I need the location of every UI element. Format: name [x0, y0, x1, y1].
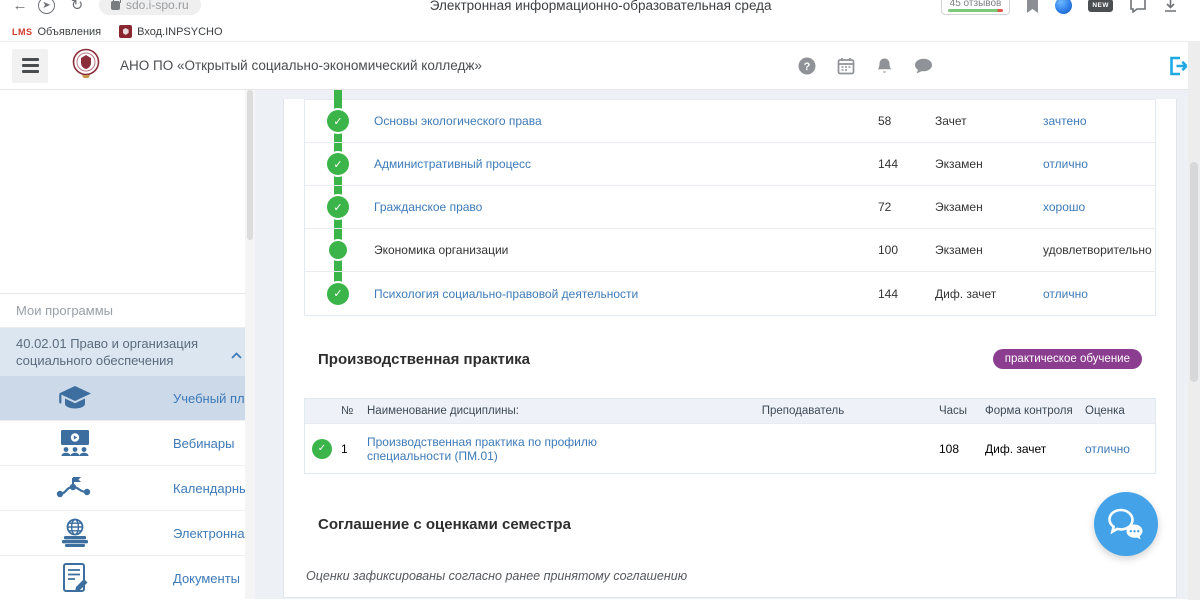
inpsycho-crest-icon [119, 25, 132, 38]
check-icon: ✓ [312, 439, 332, 459]
discipline-row: ✓ 3 Административный процесс 144 Экзамен… [305, 143, 1155, 186]
grade-link[interactable]: зачтено [1043, 114, 1155, 128]
practice-row: ✓ 1 Производственная практика по профилю… [305, 423, 1155, 473]
chevron-up-icon [231, 346, 242, 363]
discipline-link[interactable]: Гражданское право [367, 200, 878, 214]
discipline-label: Экономика организации [367, 243, 878, 257]
org-title: АНО ПО «Открытый социально-экономический… [120, 58, 482, 73]
browser-chat-icon[interactable] [1129, 0, 1147, 13]
menu-toggle-button[interactable] [12, 49, 48, 83]
page-scrollbar[interactable] [1188, 42, 1200, 600]
check-icon: ✓ [327, 196, 349, 218]
messages-icon[interactable] [914, 58, 933, 74]
bookmarks-bar: LMS Объявления Вход.INPSYCHO [0, 22, 1200, 42]
dot-icon [329, 241, 347, 259]
sidebar: Мои программы 40.02.01 Право и организац… [0, 90, 255, 599]
forward-icon[interactable]: ➤ [38, 0, 55, 14]
reload-icon[interactable]: ↻ [65, 0, 89, 14]
bookmark-flag-icon[interactable] [1026, 0, 1039, 13]
discipline-row: ✓ 4 Гражданское право 72 Экзамен хорошо [305, 186, 1155, 229]
logout-icon[interactable] [1166, 54, 1190, 83]
discipline-link[interactable]: Основы экологического права [367, 114, 878, 128]
sidebar-item-calendar-plan[interactable]: Календарный учебный план [0, 466, 245, 511]
sidebar-item-webinars[interactable]: Вебинары [0, 421, 245, 466]
site-rating-badge[interactable]: 45 отзывов [941, 0, 1011, 15]
support-chat-button[interactable] [1094, 492, 1158, 556]
practice-type-badge: практическое обучение [993, 349, 1142, 369]
sidebar-program-toggle[interactable]: 40.02.01 Право и организация социального… [0, 328, 255, 376]
grade-link[interactable]: отлично [1043, 287, 1155, 301]
bookmark-inpsycho[interactable]: Вход.INPSYCHO [113, 25, 228, 38]
practice-link[interactable]: Производственная практика по профилю спе… [367, 435, 667, 463]
app-header: АНО ПО «Открытый социально-экономический… [0, 42, 1200, 90]
discipline-row: ✓ 2 Основы экологического права 58 Зачет… [305, 100, 1155, 143]
main-content: ✓ 2 Основы экологического права 58 Зачет… [255, 90, 1200, 599]
discipline-row: ✓ 6 Психология социально-правовой деятел… [305, 272, 1155, 315]
sidebar-empty-area [0, 90, 255, 294]
lms-logo-icon: LMS [12, 27, 33, 37]
discipline-link[interactable]: Психология социально-правовой деятельнос… [367, 287, 878, 301]
check-icon: ✓ [327, 283, 349, 305]
sidebar-item-documents[interactable]: Документы [0, 556, 245, 600]
lock-icon [111, 1, 120, 10]
grade-link[interactable]: отлично [1085, 442, 1155, 456]
address-bar[interactable]: sdo.i-spo.ru [99, 0, 201, 15]
document-pen-icon [45, 562, 105, 594]
agreement-note: Оценки зафиксированы согласно ранее прин… [304, 569, 1156, 583]
svg-text:?: ? [804, 61, 811, 73]
discipline-link[interactable]: Административный процесс [367, 157, 878, 171]
globe-book-icon [45, 518, 105, 548]
practice-table-header: № Наименование дисциплины: Преподаватель… [305, 399, 1155, 423]
browser-tab-title: Электронная информационно-образовательна… [201, 0, 941, 13]
college-logo [70, 47, 102, 84]
practice-table: № Наименование дисциплины: Преподаватель… [304, 398, 1156, 474]
study-plan-card: ✓ 2 Основы экологического права 58 Зачет… [283, 99, 1177, 598]
grade-link[interactable]: хорошо [1043, 200, 1155, 214]
check-icon: ✓ [327, 110, 349, 132]
sidebar-item-study-plan[interactable]: Учебный план [0, 376, 245, 421]
bookmark-announcements[interactable]: LMS Объявления [6, 26, 107, 38]
graduation-cap-icon [45, 385, 105, 411]
rating-bar [948, 9, 1004, 12]
calendar-icon[interactable] [837, 57, 855, 75]
sidebar-scrollbar[interactable] [245, 90, 255, 599]
milestones-icon [45, 475, 105, 501]
practice-section-title: Производственная практика [318, 351, 530, 368]
grade-link[interactable]: отлично [1043, 157, 1155, 171]
browser-profile-icon[interactable] [1055, 0, 1072, 14]
grade-label: удовлетворительно [1043, 243, 1155, 257]
webinar-icon [45, 429, 105, 457]
sidebar-item-gradebook[interactable]: Электронная зачетная книжка [0, 511, 245, 556]
notifications-bell-icon[interactable] [876, 57, 893, 75]
discipline-row: 5 Экономика организации 100 Экзамен удов… [305, 229, 1155, 272]
new-badge[interactable]: NEW [1088, 0, 1113, 12]
check-icon: ✓ [327, 153, 349, 175]
disciplines-table: ✓ 2 Основы экологического права 58 Зачет… [304, 99, 1156, 316]
sidebar-section-title: Мои программы [0, 294, 255, 328]
agreement-title: Соглашение с оценками семестра [304, 516, 1156, 533]
back-icon[interactable]: ← [8, 0, 32, 14]
browser-toolbar: ← ➤ ↻ sdo.i-spo.ru Электронная информаци… [0, 0, 1200, 22]
url-text: sdo.i-spo.ru [126, 0, 189, 12]
help-icon[interactable]: ? [798, 57, 816, 75]
download-icon[interactable] [1163, 0, 1178, 13]
